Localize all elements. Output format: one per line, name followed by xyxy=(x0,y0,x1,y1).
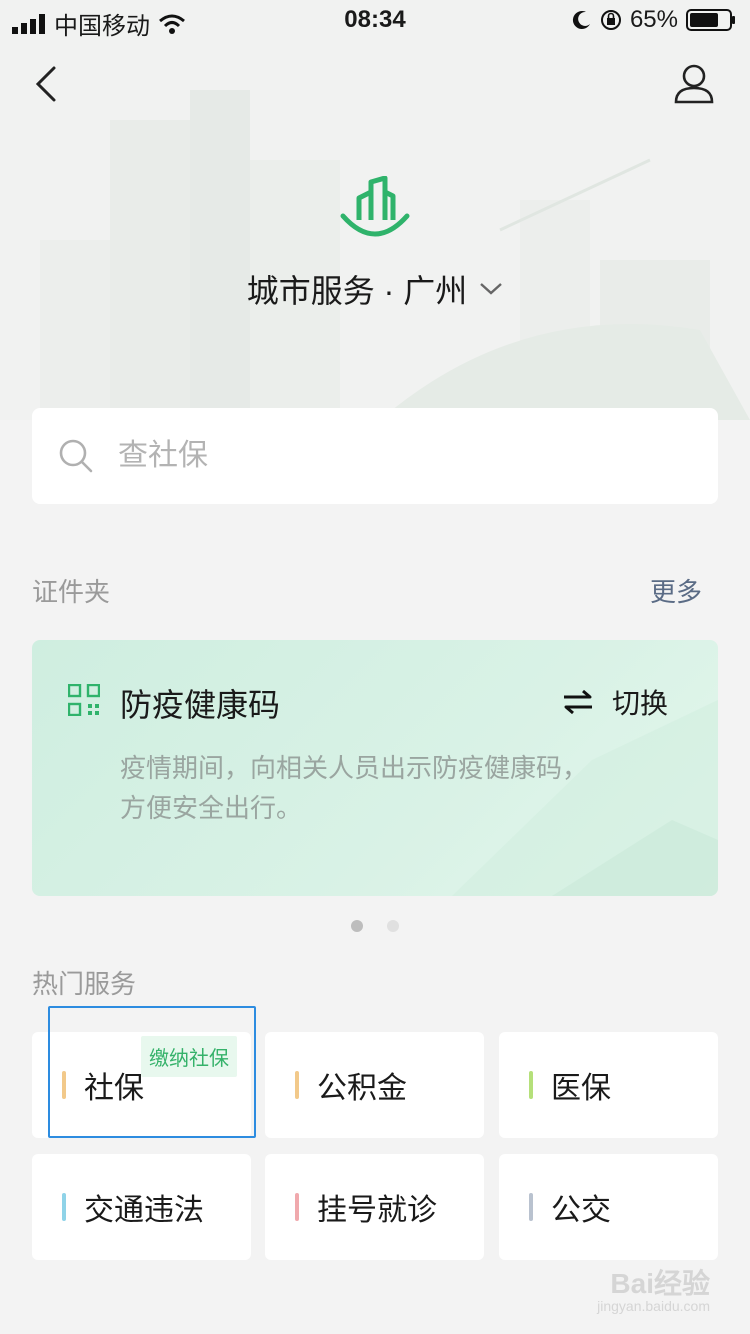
service-tile-social-security[interactable]: 社保 缴纳社保 xyxy=(32,1032,251,1138)
service-tile-bus[interactable]: 公交 xyxy=(499,1154,718,1260)
search-input[interactable] xyxy=(118,439,638,473)
qr-code-icon xyxy=(68,684,100,716)
building-icon xyxy=(340,175,410,237)
search-icon xyxy=(59,439,93,473)
service-badge: 缴纳社保 xyxy=(141,1036,237,1077)
search-bar[interactable] xyxy=(32,408,718,504)
tile-accent-bar xyxy=(62,1193,66,1221)
watermark-logo: Bai经验 xyxy=(610,1268,710,1299)
moon-icon xyxy=(572,11,590,30)
tile-accent-bar xyxy=(62,1071,66,1099)
profile-button[interactable] xyxy=(672,62,716,106)
tile-accent-bar xyxy=(529,1071,533,1099)
service-label: 挂号就诊 xyxy=(317,1194,437,1227)
switch-button[interactable]: 切换 xyxy=(562,682,668,722)
battery-icon xyxy=(686,9,735,31)
service-label: 社保 xyxy=(84,1072,144,1105)
hot-services-title: 热门服务 xyxy=(32,969,137,999)
documents-title: 证件夹 xyxy=(32,577,111,607)
swap-icon xyxy=(563,689,592,715)
documents-header: 证件夹 更多 xyxy=(32,572,702,609)
carousel-indicator xyxy=(0,920,750,932)
switch-label: 切换 xyxy=(611,688,668,719)
battery-percent: 65% xyxy=(629,6,678,33)
carousel-dot-2[interactable] xyxy=(387,920,399,932)
health-code-card[interactable]: 防疫健康码 切换 疫情期间，向相关人员出示防疫健康码，方便安全出行。 xyxy=(32,640,718,896)
status-bar: 中国移动 08:34 65% xyxy=(0,0,750,40)
service-tile-hospital-registration[interactable]: 挂号就诊 xyxy=(265,1154,484,1260)
city-service-logo xyxy=(339,175,411,242)
chevron-down-icon xyxy=(480,283,503,295)
service-label: 公交 xyxy=(551,1194,611,1227)
rotation-lock-icon xyxy=(600,10,621,30)
health-code-description: 疫情期间，向相关人员出示防疫健康码，方便安全出行。 xyxy=(120,753,589,823)
service-tile-housing-fund[interactable]: 公积金 xyxy=(265,1032,484,1138)
tile-accent-bar xyxy=(529,1193,533,1221)
service-tile-medical-insurance[interactable]: 医保 xyxy=(499,1032,718,1138)
user-icon xyxy=(674,64,714,104)
tile-accent-bar xyxy=(295,1071,299,1099)
back-button[interactable] xyxy=(28,62,68,106)
city-selector[interactable]: 城市服务 · 广州 xyxy=(0,266,750,312)
service-label: 医保 xyxy=(551,1072,611,1105)
hot-services-header: 热门服务 xyxy=(32,964,702,1001)
service-label: 公积金 xyxy=(317,1072,407,1105)
service-label: 交通违法 xyxy=(84,1194,204,1227)
status-right: 65% xyxy=(572,6,736,34)
page-title: 城市服务 · 广州 xyxy=(246,273,468,309)
watermark-url: jingyan.baidu.com xyxy=(597,1298,710,1314)
tile-accent-bar xyxy=(295,1193,299,1221)
health-code-title: 防疫健康码 xyxy=(120,687,281,723)
carousel-dot-1[interactable] xyxy=(351,920,363,932)
chevron-left-icon xyxy=(35,66,56,102)
more-link[interactable]: 更多 xyxy=(650,572,702,609)
service-tile-traffic-violation[interactable]: 交通违法 xyxy=(32,1154,251,1260)
